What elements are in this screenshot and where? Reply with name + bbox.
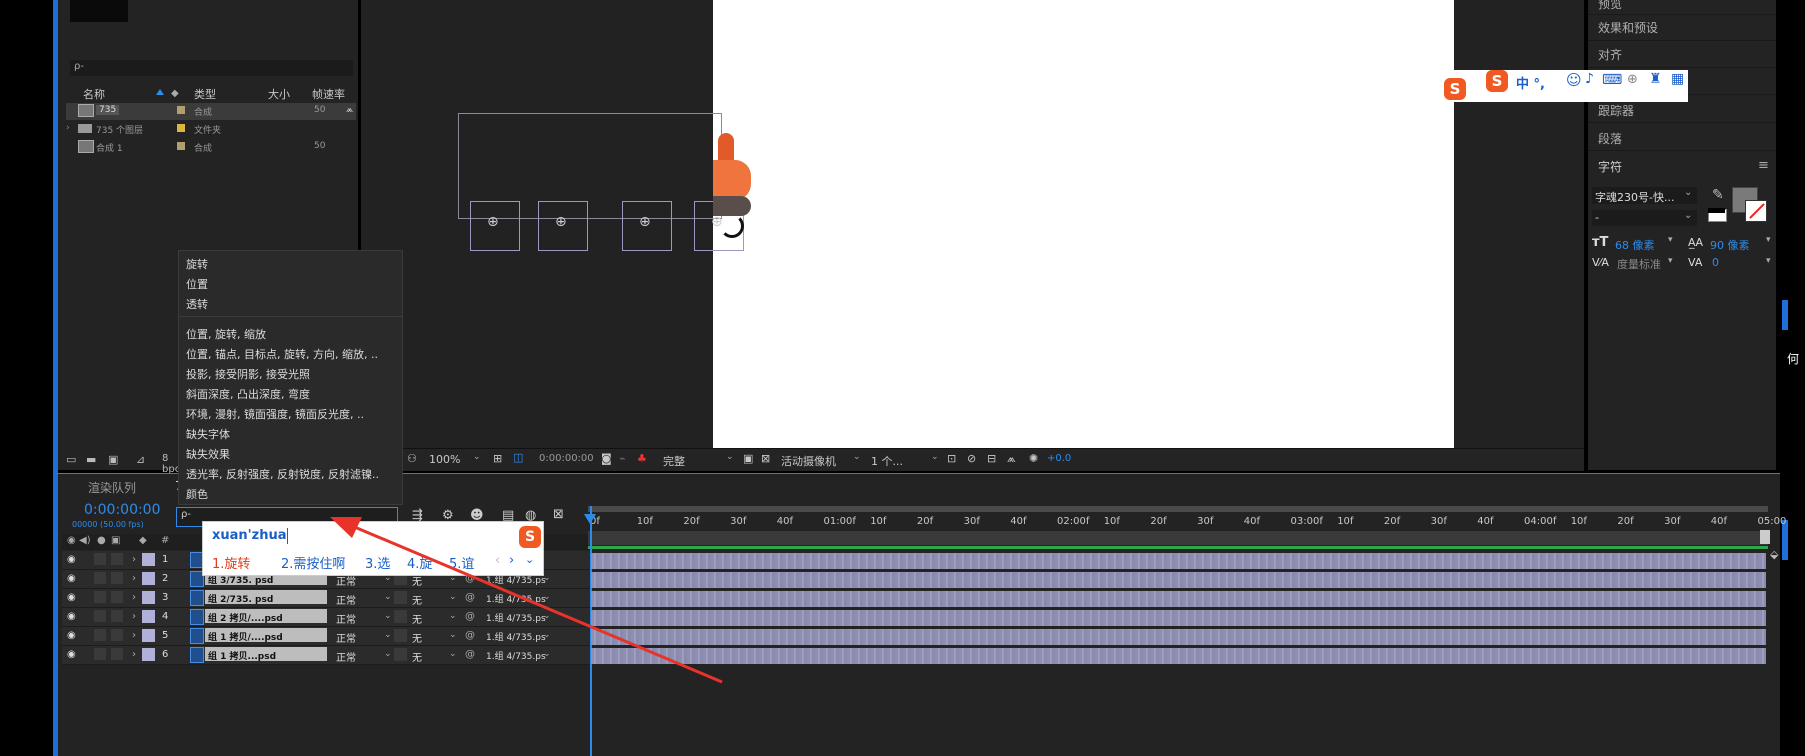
arrow-shaft [344,521,723,684]
annotation-arrow [330,517,723,684]
